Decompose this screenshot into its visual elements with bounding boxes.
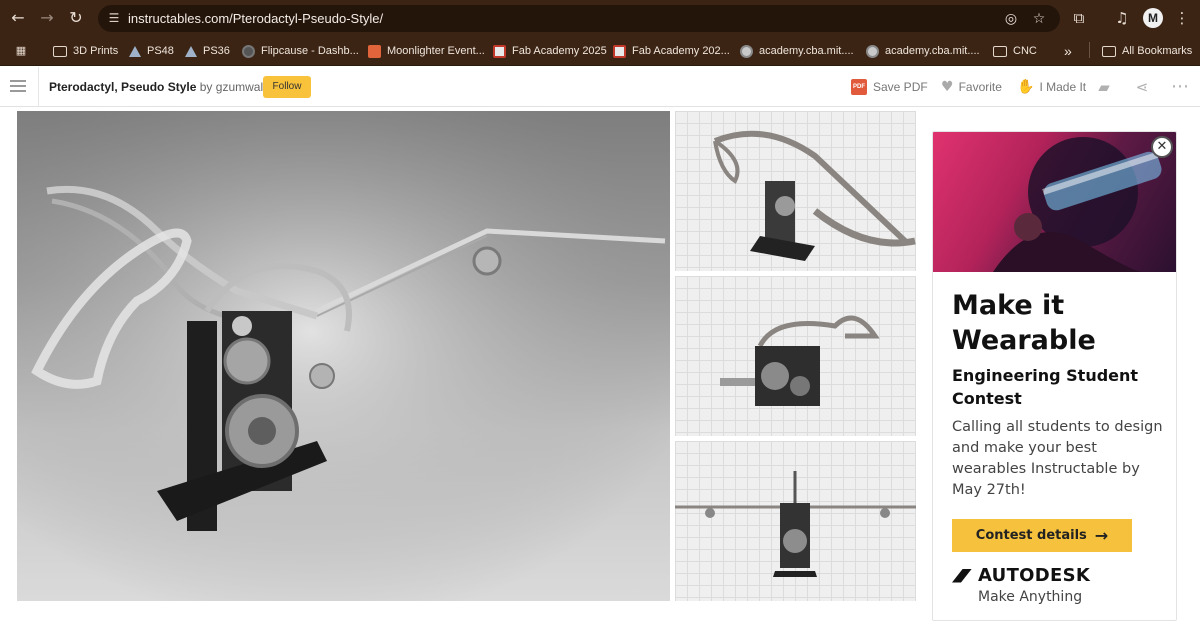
star-icon[interactable]: ☆: [1030, 10, 1048, 28]
site-icon: [368, 44, 381, 58]
reload-icon[interactable]: ↻: [65, 7, 87, 29]
page-title: Pterodactyl, Pseudo Style by gzumwalt: [49, 80, 266, 94]
favorite-button[interactable]: ♥ Favorite: [941, 79, 1002, 95]
ad-tagline: Make Anything: [978, 589, 1083, 605]
folder-icon: [993, 45, 1007, 57]
bookmark-flipcause[interactable]: Flipcause - Dashb...: [242, 42, 359, 60]
bookmark-fab-academy-2025[interactable]: Fab Academy 2025: [493, 42, 607, 60]
apps-grid-icon[interactable]: ▦: [14, 42, 34, 60]
bookmark-moonlighter[interactable]: Moonlighter Event...: [368, 42, 485, 60]
globe-icon: [866, 44, 879, 58]
author-link[interactable]: gzumwalt: [216, 80, 267, 94]
more-bookmarks-button[interactable]: »: [1064, 42, 1072, 60]
eye-off-icon[interactable]: ◎: [1002, 10, 1020, 28]
bookmarks-divider: [1089, 42, 1090, 58]
thumbnail-3d-view-3[interactable]: [675, 441, 916, 601]
save-pdf-button[interactable]: PDF Save PDF: [851, 79, 928, 95]
hand-icon: ✋: [1017, 79, 1035, 95]
bookmark-academy-cba-2[interactable]: academy.cba.mit....: [866, 42, 980, 60]
contest-details-button[interactable]: Contest details →: [952, 519, 1132, 552]
media-queue-icon[interactable]: ♫: [1112, 8, 1132, 28]
address-bar[interactable]: ☰ instructables.com/Pterodactyl-Pseudo-S…: [98, 5, 1060, 32]
bookmark-cnc[interactable]: CNC: [993, 42, 1037, 60]
triangle-icon: [129, 45, 141, 57]
more-dots-icon[interactable]: ⋯: [1171, 78, 1189, 96]
puzzle-icon[interactable]: ⧉: [1069, 8, 1089, 28]
bookmark-academy-cba-1[interactable]: academy.cba.mit....: [740, 42, 854, 60]
site-icon: [493, 44, 506, 58]
profile-avatar[interactable]: M: [1143, 8, 1163, 28]
pdf-icon: PDF: [851, 79, 867, 95]
bookmark-3d-prints[interactable]: 3D Prints: [53, 42, 118, 60]
hamburger-menu-icon[interactable]: [10, 80, 26, 92]
thumbnail-3d-view-2[interactable]: [675, 276, 916, 436]
forward-arrow-icon[interactable]: →: [36, 7, 58, 29]
advertisement-card[interactable]: ✕ Make it Wearable Engineering Student C…: [932, 131, 1177, 621]
bookmark-ps36[interactable]: PS36: [185, 42, 230, 60]
cad-render-isometric: [713, 130, 916, 261]
folder-icon: [53, 45, 67, 57]
ad-subheadline: Engineering Student Contest: [952, 366, 1139, 408]
arrow-right-icon: →: [1094, 526, 1109, 545]
back-arrow-icon[interactable]: ←: [7, 7, 29, 29]
follow-button[interactable]: Follow: [263, 76, 311, 98]
triangle-icon: [185, 45, 197, 57]
i-made-it-button[interactable]: ✋ I Made It: [1017, 79, 1086, 95]
autodesk-logo: AUTODESK: [952, 565, 1090, 586]
header-divider: [38, 67, 39, 107]
folder-icon: [1102, 45, 1116, 57]
close-icon[interactable]: ✕: [1151, 136, 1173, 158]
bookmark-ps48[interactable]: PS48: [129, 42, 174, 60]
instructable-header: Pterodactyl, Pseudo Style by gzumwalt Fo…: [0, 67, 1200, 107]
all-bookmarks[interactable]: All Bookmarks: [1102, 42, 1192, 60]
globe-icon: [740, 44, 753, 58]
ad-headline: Make it Wearable: [952, 290, 1096, 356]
url-text[interactable]: instructables.com/Pterodactyl-Pseudo-Sty…: [128, 11, 383, 26]
pterodactyl-photo-illustration: [17, 111, 670, 601]
by-label: by: [199, 80, 213, 94]
autodesk-mark-icon: [952, 568, 972, 583]
site-icon: [242, 44, 255, 58]
bookmarks-bar: ▦ 3D Prints PS48 PS36 Flipcause - Dashb.…: [0, 36, 1200, 66]
project-title: Pterodactyl, Pseudo Style: [49, 80, 197, 94]
site-icon: [613, 44, 626, 58]
comments-icon[interactable]: ▰: [1095, 78, 1113, 96]
share-icon[interactable]: ⋖: [1133, 78, 1151, 96]
cad-render-side: [720, 315, 880, 406]
ad-hero-image: ✕: [933, 132, 1176, 272]
kebab-menu-icon[interactable]: ⋮: [1172, 8, 1192, 28]
ad-wearable-illustration: [993, 137, 1162, 272]
main-project-photo[interactable]: [17, 111, 670, 601]
heart-icon: ♥: [941, 79, 954, 95]
thumbnail-3d-view-1[interactable]: [675, 111, 916, 271]
tune-icon[interactable]: ☰: [106, 10, 122, 26]
ad-body-text: Calling all students to design and make …: [952, 419, 1163, 498]
bookmark-fab-academy-202[interactable]: Fab Academy 202...: [613, 42, 730, 60]
browser-toolbar: ← → ↻ ☰ instructables.com/Pterodactyl-Ps…: [0, 0, 1200, 36]
cad-render-front: [675, 471, 916, 577]
